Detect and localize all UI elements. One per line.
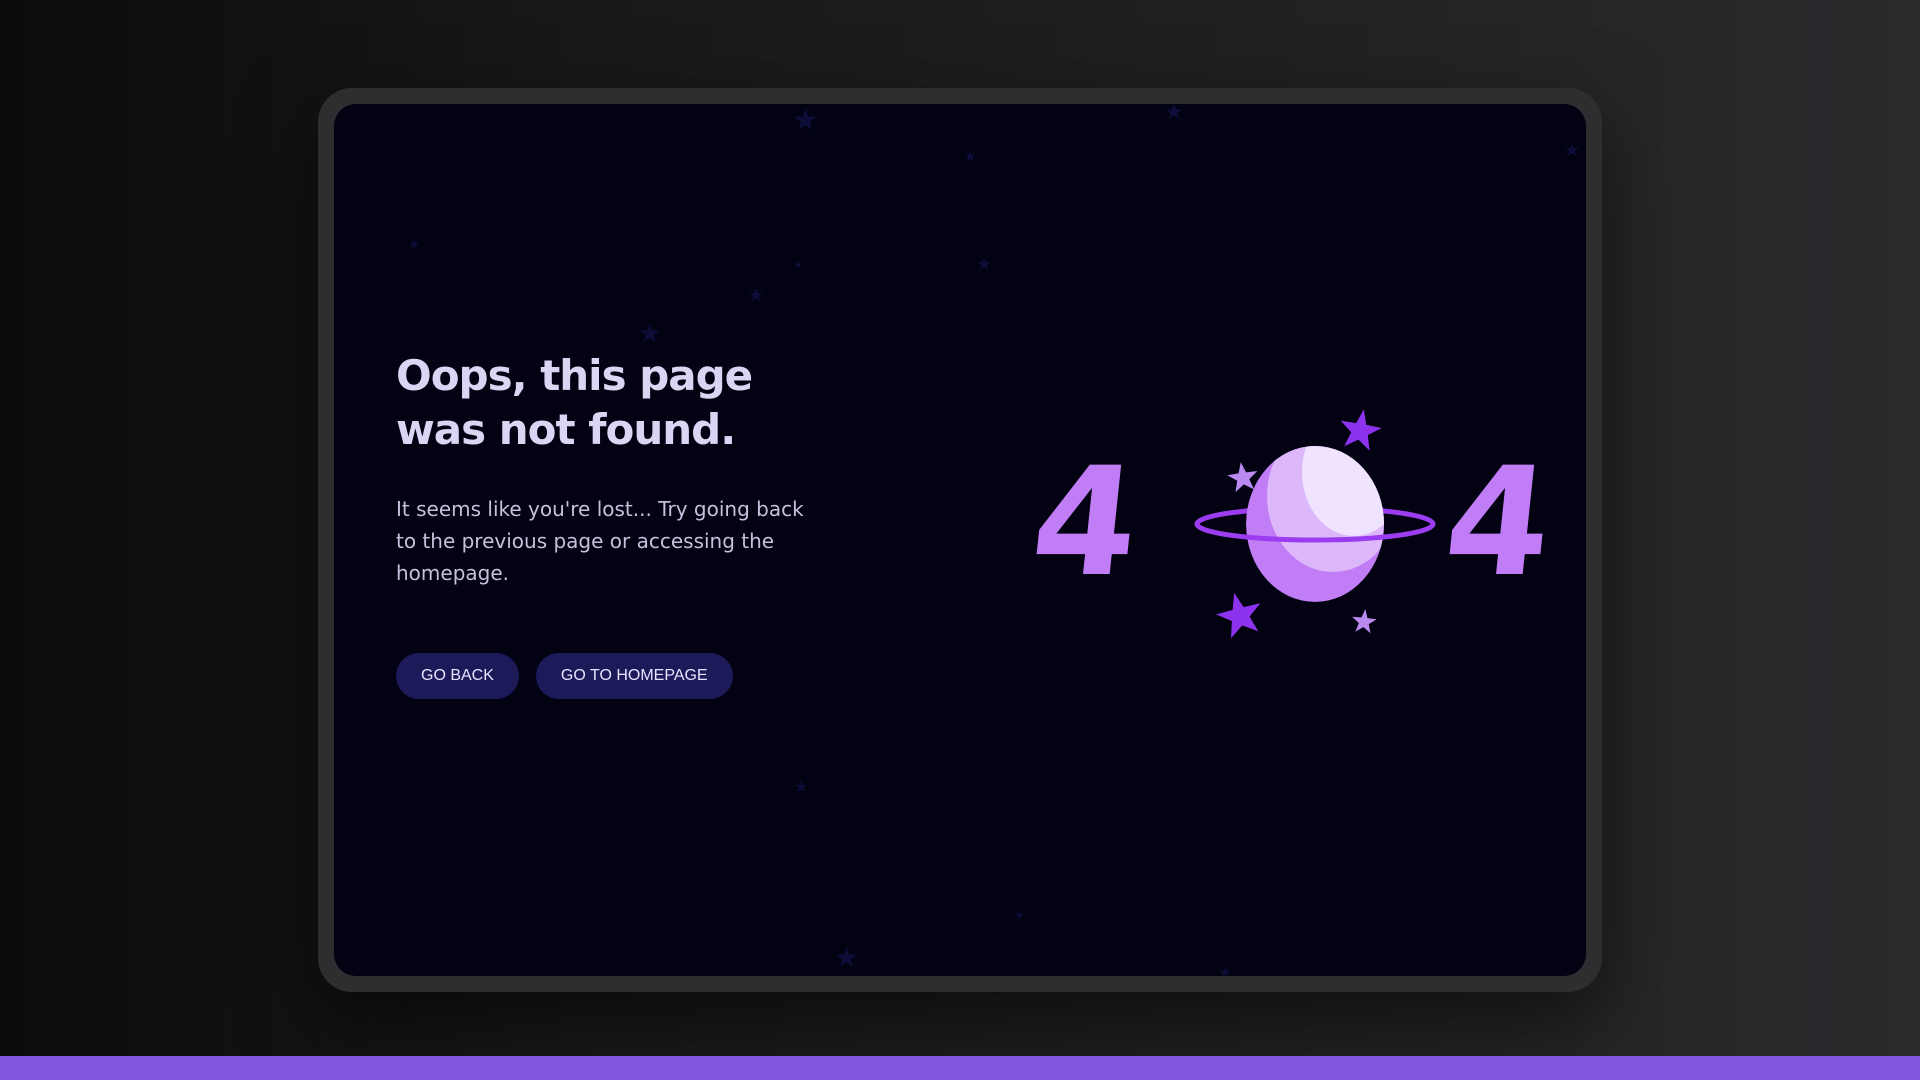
- background-star-icon: ★: [792, 104, 819, 138]
- action-buttons: GO BACK GO TO HOMEPAGE: [396, 653, 816, 699]
- error-content: Oops, this page was not found. It seems …: [396, 349, 816, 699]
- background-star-icon: ★: [1219, 965, 1232, 976]
- bottom-accent-bar: [0, 1056, 1920, 1080]
- star-icon: [1216, 592, 1261, 639]
- background-star-icon: ★: [1564, 140, 1581, 161]
- screen: ★ ★ ★ ★ ★ ★ ★ ★ ★ ★ ★ ★ ★ Oops, this pag…: [334, 104, 1586, 976]
- star-icon: [1340, 409, 1382, 451]
- go-back-button[interactable]: GO BACK: [396, 653, 519, 699]
- background-star-icon: ★: [638, 319, 662, 349]
- 404-illustration: 4 4: [1024, 409, 1544, 639]
- error-description: It seems like you're lost... Try going b…: [396, 497, 804, 585]
- digit-left: 4: [1024, 435, 1147, 610]
- background-star-icon: ★: [964, 149, 977, 165]
- page-title: Oops, this page was not found.: [396, 351, 753, 454]
- background-star-icon: ★: [794, 777, 809, 796]
- device-frame: ★ ★ ★ ★ ★ ★ ★ ★ ★ ★ ★ ★ ★ Oops, this pag…: [318, 88, 1602, 992]
- background-star-icon: ★: [1164, 104, 1184, 125]
- background-star-icon: ★: [1014, 908, 1025, 922]
- go-to-homepage-button[interactable]: GO TO HOMEPAGE: [535, 653, 733, 699]
- background-star-icon: ★: [794, 260, 803, 271]
- background-star-icon: ★: [976, 254, 993, 275]
- background-star-icon: ★: [408, 237, 421, 253]
- digit-right: 4: [1437, 435, 1544, 610]
- background-star-icon: ★: [834, 941, 860, 974]
- background-star-icon: ★: [748, 285, 765, 306]
- planet-icon: [1194, 446, 1436, 602]
- star-icon: [1352, 609, 1377, 634]
